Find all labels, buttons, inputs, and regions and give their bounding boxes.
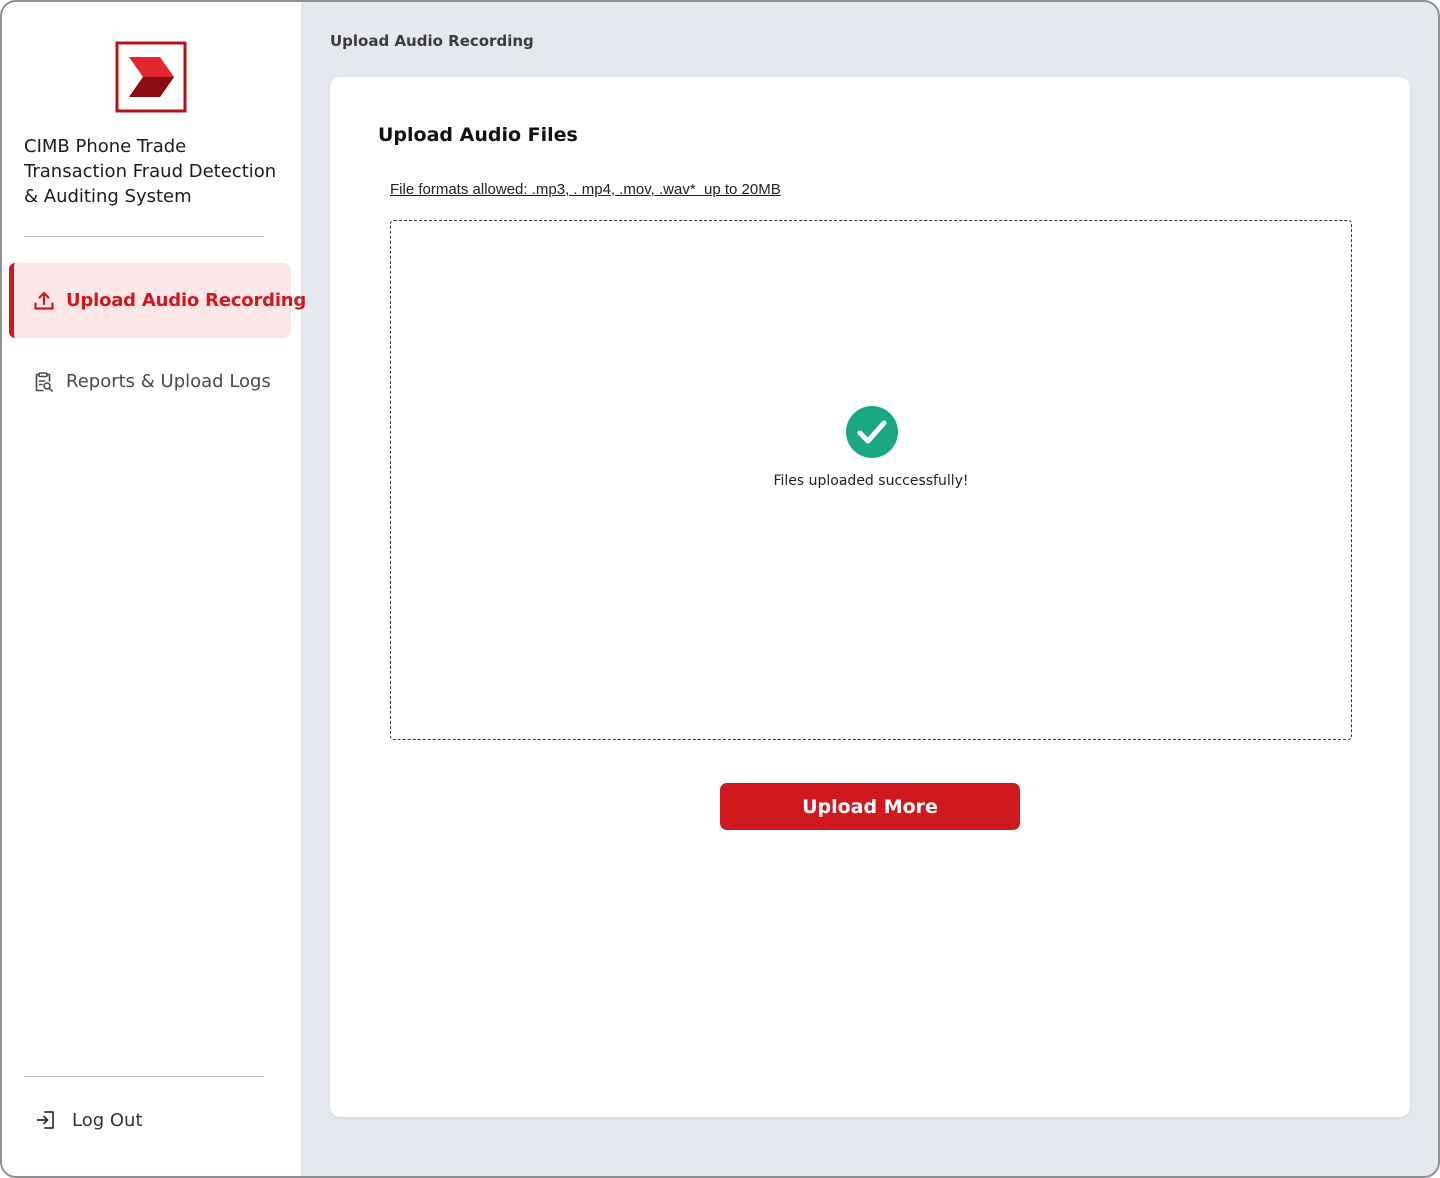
sidebar-divider bbox=[24, 1076, 264, 1077]
file-dropzone[interactable]: Files uploaded successfully! bbox=[390, 220, 1352, 740]
upload-success-message: Files uploaded successfully! bbox=[773, 473, 969, 489]
file-formats-note: File formats allowed: .mp3, . mp4, .mov,… bbox=[390, 181, 781, 198]
app-title: CIMB Phone Trade Transaction Fraud Detec… bbox=[24, 136, 277, 207]
upload-more-button[interactable]: Upload More bbox=[720, 783, 1020, 830]
upload-icon bbox=[33, 289, 55, 313]
sidebar-item-upload-audio-recording[interactable]: Upload Audio Recording bbox=[9, 263, 306, 338]
logout-button[interactable]: Log Out bbox=[24, 1102, 143, 1138]
logout-label: Log Out bbox=[72, 1109, 143, 1131]
check-circle-icon bbox=[846, 406, 898, 458]
sidebar-item-reports-upload-logs[interactable]: Reports & Upload Logs bbox=[9, 344, 291, 419]
sidebar-item-label: Reports & Upload Logs bbox=[66, 371, 271, 392]
sidebar-divider bbox=[24, 236, 264, 237]
logout-icon bbox=[34, 1108, 58, 1132]
clipboard-search-icon bbox=[31, 370, 55, 394]
card-title: Upload Audio Files bbox=[378, 124, 578, 146]
sidebar: CIMB Phone Trade Transaction Fraud Detec… bbox=[2, 2, 306, 1176]
upload-card: Upload Audio Files File formats allowed:… bbox=[330, 77, 1410, 1117]
cimb-logo-icon bbox=[115, 41, 187, 113]
sidebar-item-label: Upload Audio Recording bbox=[66, 290, 307, 311]
app-window: CIMB Phone Trade Transaction Fraud Detec… bbox=[0, 0, 1440, 1178]
page-title: Upload Audio Recording bbox=[330, 32, 534, 50]
